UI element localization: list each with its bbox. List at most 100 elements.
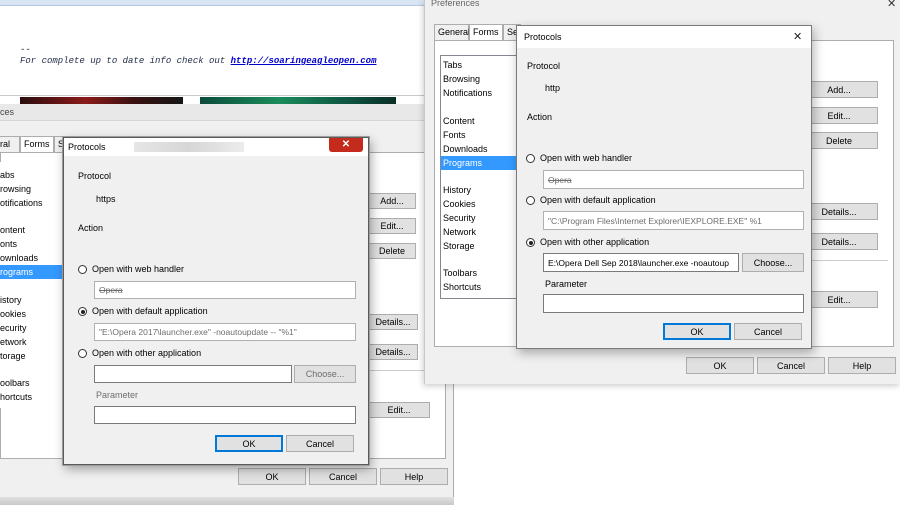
left-delete-button[interactable]: Delete <box>368 243 416 259</box>
right-cat-history[interactable]: History <box>443 183 471 197</box>
right-cat-storage[interactable]: Storage <box>443 239 475 253</box>
right-radio-other-app[interactable] <box>526 238 535 247</box>
tab-label: General <box>438 27 471 37</box>
left-protocols-title: Protocols <box>68 142 106 152</box>
left-cat-notifications[interactable]: otifications <box>0 196 43 210</box>
email-top-strip <box>0 0 425 6</box>
left-cat-content[interactable]: ontent <box>0 223 25 237</box>
left-protocols-dialog: Protocols ✕ Protocol https Action Open w… <box>63 137 369 465</box>
left-default-app-field[interactable]: "E:\Opera 2017\launcher.exe" -noautoupda… <box>94 323 356 341</box>
right-radio-web-label[interactable]: Open with web handler <box>540 153 632 163</box>
tab-label: Forms <box>473 27 499 37</box>
right-radio-default-app[interactable] <box>526 196 535 205</box>
right-cat-cookies[interactable]: Cookies <box>443 197 476 211</box>
signature-text: For complete up to date info check out h… <box>20 56 376 66</box>
right-action-label: Action <box>527 112 553 122</box>
left-protocol-value: https <box>96 194 116 204</box>
left-cat-history[interactable]: istory <box>0 293 22 307</box>
left-choose-button[interactable]: Choose... <box>294 365 356 383</box>
left-cat-fonts[interactable]: onts <box>0 237 17 251</box>
right-cat-security[interactable]: Security <box>443 211 476 225</box>
left-action-label: Action <box>78 223 104 233</box>
left-web-handler-field[interactable]: Opera <box>94 281 356 299</box>
right-radio-default-label[interactable]: Open with default application <box>540 195 656 205</box>
right-tab-forms[interactable]: Forms <box>469 24 503 40</box>
right-protocols-title: Protocols <box>524 32 562 42</box>
close-icon[interactable]: ✕ <box>793 30 802 43</box>
left-default-app-value: "E:\Opera 2017\launcher.exe" -noautoupda… <box>99 327 297 337</box>
right-category-list[interactable]: Tabs Browsing Notifications Content Font… <box>440 55 518 299</box>
right-radio-other-label[interactable]: Open with other application <box>540 237 649 247</box>
right-choose-button[interactable]: Choose... <box>742 253 804 272</box>
right-ok-button[interactable]: OK <box>686 357 754 374</box>
right-cat-fonts[interactable]: Fonts <box>443 128 466 142</box>
right-cat-toolbars[interactable]: Toolbars <box>443 266 477 280</box>
left-radio-web-label[interactable]: Open with web handler <box>92 264 184 274</box>
left-bottom-strip <box>0 497 454 505</box>
right-other-app-field[interactable]: E:\Opera Dell Sep 2018\launcher.exe -noa… <box>543 253 739 272</box>
signature-separator: -- <box>20 45 31 55</box>
left-radio-default-label[interactable]: Open with default application <box>92 306 208 316</box>
right-cat-shortcuts[interactable]: Shortcuts <box>443 280 481 294</box>
right-cat-tabs[interactable]: Tabs <box>443 58 462 72</box>
left-cat-cookies[interactable]: ookies <box>0 307 26 321</box>
left-edit-button[interactable]: Edit... <box>368 218 416 234</box>
left-radio-web-handler[interactable] <box>78 265 87 274</box>
right-parameter-label: Parameter <box>545 279 588 289</box>
right-web-handler-value: Opera <box>548 174 572 185</box>
left-edit-button-2[interactable]: Edit... <box>368 402 430 418</box>
right-dialog-cancel-button[interactable]: Cancel <box>734 323 802 340</box>
right-web-handler-field[interactable]: Opera <box>543 170 804 189</box>
left-cat-browsing[interactable]: rowsing <box>0 182 31 196</box>
right-cat-programs[interactable]: Programs <box>441 156 517 170</box>
left-radio-other-label[interactable]: Open with other application <box>92 348 201 358</box>
close-icon[interactable]: ✕ <box>887 0 896 10</box>
left-preferences-title: ences <box>0 107 15 117</box>
right-cat-content[interactable]: Content <box>443 114 475 128</box>
right-help-button[interactable]: Help <box>828 357 896 374</box>
right-cat-browsing[interactable]: Browsing <box>443 72 480 86</box>
left-details-button-2[interactable]: Details... <box>368 344 418 360</box>
left-tab-forms[interactable]: Forms <box>20 136 54 152</box>
right-radio-web-handler[interactable] <box>526 154 535 163</box>
left-help-button[interactable]: Help <box>380 468 448 485</box>
left-protocol-label: Protocol <box>78 171 112 181</box>
left-cat-security[interactable]: ecurity <box>0 321 27 335</box>
left-radio-default-app[interactable] <box>78 307 87 316</box>
close-icon[interactable]: ✕ <box>329 138 363 152</box>
left-tab-general[interactable]: neral <box>0 136 20 152</box>
right-cat-notifications[interactable]: Notifications <box>443 86 492 100</box>
right-cat-network[interactable]: Network <box>443 225 476 239</box>
right-preferences-title: Preferences <box>431 0 480 8</box>
right-default-app-field[interactable]: "C:\Program Files\Internet Explorer\IEXP… <box>543 211 804 230</box>
left-cat-storage[interactable]: torage <box>0 349 26 363</box>
left-radio-other-app[interactable] <box>78 349 87 358</box>
right-cancel-button[interactable]: Cancel <box>757 357 825 374</box>
right-protocol-label: Protocol <box>527 61 561 71</box>
right-default-app-value: "C:\Program Files\Internet Explorer\IEXP… <box>548 215 762 226</box>
left-parameter-field[interactable] <box>94 406 356 424</box>
left-category-list[interactable]: abs rowsing otifications ontent onts own… <box>0 162 64 408</box>
left-cat-tabs[interactable]: abs <box>0 168 15 182</box>
left-protocols-titlebar: Protocols ✕ <box>64 138 368 156</box>
right-protocols-titlebar: Protocols ✕ <box>517 26 811 48</box>
right-dialog-ok-button[interactable]: OK <box>663 323 731 340</box>
right-cat-downloads[interactable]: Downloads <box>443 142 488 156</box>
right-protocol-value: http <box>545 83 561 93</box>
left-ok-button[interactable]: OK <box>238 468 306 485</box>
left-dialog-cancel-button[interactable]: Cancel <box>286 435 354 452</box>
left-cat-shortcuts[interactable]: hortcuts <box>0 390 32 404</box>
left-cancel-button[interactable]: Cancel <box>309 468 377 485</box>
left-add-button[interactable]: Add... <box>368 193 416 209</box>
left-cat-programs[interactable]: rograms <box>0 265 62 279</box>
right-parameter-field[interactable] <box>543 294 804 313</box>
left-cat-network[interactable]: etwork <box>0 335 27 349</box>
signature-link[interactable]: http://soaringeagleopen.com <box>231 56 377 66</box>
right-tab-general[interactable]: General <box>434 24 471 40</box>
left-cat-toolbars[interactable]: oolbars <box>0 376 30 390</box>
left-other-app-field[interactable] <box>94 365 292 383</box>
left-dialog-ok-button[interactable]: OK <box>215 435 283 452</box>
left-cat-downloads[interactable]: ownloads <box>0 251 38 265</box>
left-details-button-1[interactable]: Details... <box>368 314 418 330</box>
left-web-handler-value: Opera <box>99 285 123 295</box>
